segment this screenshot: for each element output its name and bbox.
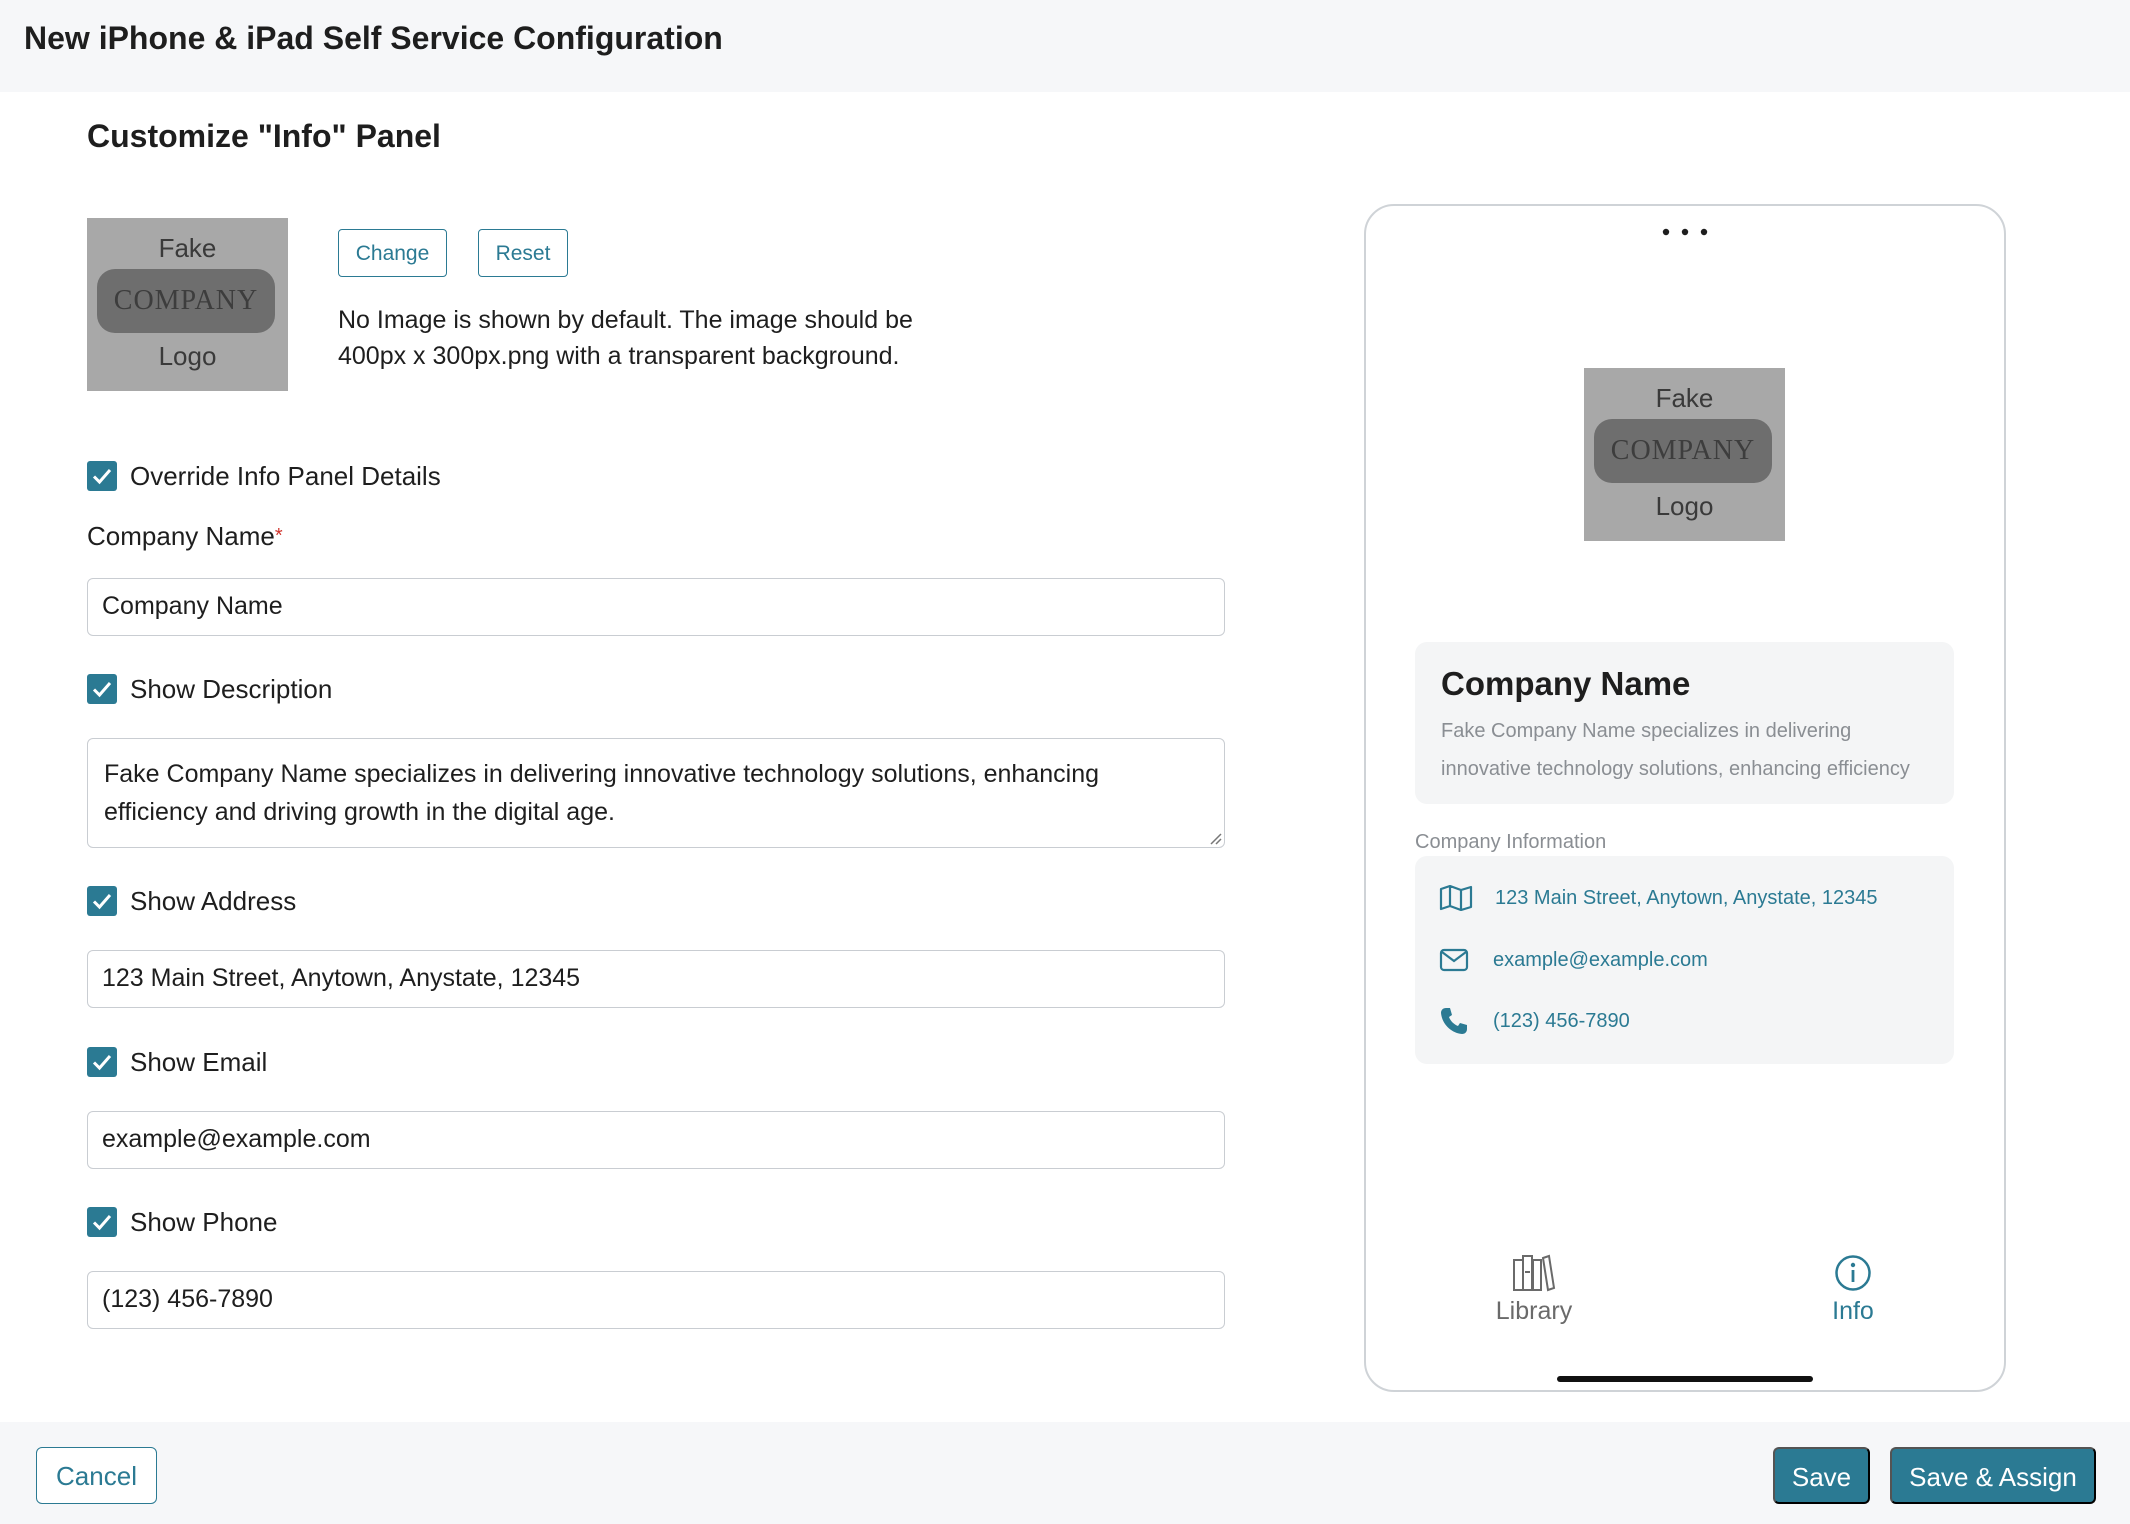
company-information-label: Company Information bbox=[1415, 831, 1607, 853]
preview-logo-line-logo: Logo bbox=[1655, 491, 1714, 521]
preview-logo-line-company: COMPANY bbox=[1594, 419, 1772, 483]
checkmark-icon bbox=[92, 1055, 112, 1071]
ellipsis-icon bbox=[1662, 228, 1708, 236]
top-bar: New iPhone & iPad Self Service Configura… bbox=[0, 0, 2130, 92]
resize-handle-icon[interactable] bbox=[1208, 831, 1222, 845]
change-image-button[interactable]: Change bbox=[338, 229, 447, 277]
show-description-checkbox[interactable] bbox=[87, 674, 117, 704]
section-title: Customize "Info" Panel bbox=[87, 118, 441, 154]
show-address-label: Show Address bbox=[130, 886, 297, 916]
company-name-label: Company Name* bbox=[87, 521, 283, 551]
show-address-row[interactable]: Show Address bbox=[87, 885, 296, 917]
logo-thumbnail: Fake COMPANY Logo bbox=[87, 218, 288, 391]
preview-logo: Fake COMPANY Logo bbox=[1584, 368, 1785, 541]
checkmark-icon bbox=[92, 1215, 112, 1231]
preview-email-row[interactable]: example@example.com bbox=[1439, 946, 1708, 974]
show-email-label: Show Email bbox=[130, 1047, 268, 1077]
company-name-input[interactable]: Company Name bbox=[87, 578, 1225, 636]
company-information-card: 123 Main Street, Anytown, Anystate, 1234… bbox=[1415, 856, 1954, 1064]
tab-library[interactable]: Library bbox=[1484, 1252, 1584, 1326]
phone-icon bbox=[1441, 1008, 1467, 1034]
tab-info[interactable]: Info bbox=[1803, 1254, 1903, 1326]
override-row[interactable]: Override Info Panel Details bbox=[87, 460, 441, 492]
save-and-assign-button[interactable]: Save & Assign bbox=[1890, 1447, 2096, 1504]
email-input[interactable]: example@example.com bbox=[87, 1111, 1225, 1169]
checkmark-icon bbox=[92, 469, 112, 485]
map-icon bbox=[1439, 885, 1473, 911]
preview-address: 123 Main Street, Anytown, Anystate, 1234… bbox=[1495, 887, 1878, 909]
save-button[interactable]: Save bbox=[1773, 1447, 1870, 1504]
page-title: New iPhone & iPad Self Service Configura… bbox=[24, 20, 723, 56]
tab-library-label: Library bbox=[1495, 1297, 1573, 1325]
show-email-checkbox[interactable] bbox=[87, 1047, 117, 1077]
show-phone-checkbox[interactable] bbox=[87, 1207, 117, 1237]
address-input[interactable]: 123 Main Street, Anytown, Anystate, 1234… bbox=[87, 950, 1225, 1008]
logo-line-company: COMPANY bbox=[97, 269, 275, 333]
checkmark-icon bbox=[92, 894, 112, 910]
show-description-label: Show Description bbox=[130, 674, 333, 704]
info-icon bbox=[1835, 1255, 1871, 1291]
logo-line-logo: Logo bbox=[158, 341, 217, 371]
preview-email: example@example.com bbox=[1493, 949, 1708, 971]
show-phone-label: Show Phone bbox=[130, 1207, 278, 1237]
home-indicator bbox=[1557, 1376, 1813, 1382]
override-label: Override Info Panel Details bbox=[130, 461, 441, 491]
description-textarea[interactable]: Fake Company Name specializes in deliver… bbox=[87, 738, 1225, 848]
preview-phone: (123) 456-7890 bbox=[1493, 1010, 1630, 1032]
override-checkbox[interactable] bbox=[87, 461, 117, 491]
show-address-checkbox[interactable] bbox=[87, 886, 117, 916]
preview-company-card: Company Name Fake Company Name specializ… bbox=[1415, 642, 1954, 804]
preview-company-name: Company Name bbox=[1441, 665, 1691, 702]
reset-image-button[interactable]: Reset bbox=[478, 229, 568, 277]
logo-line-fake: Fake bbox=[158, 233, 217, 263]
checkmark-icon bbox=[92, 682, 112, 698]
show-email-row[interactable]: Show Email bbox=[87, 1046, 267, 1078]
show-description-row[interactable]: Show Description bbox=[87, 673, 332, 705]
preview-phone-row[interactable]: (123) 456-7890 bbox=[1439, 1006, 1630, 1036]
image-hint: No Image is shown by default. The image … bbox=[338, 306, 913, 370]
preview-description: Fake Company Name specializes in deliver… bbox=[1441, 720, 1910, 780]
tab-info-label: Info bbox=[1832, 1297, 1874, 1325]
description-text: Fake Company Name specializes in deliver… bbox=[104, 760, 1100, 826]
phone-input[interactable]: (123) 456-7890 bbox=[87, 1271, 1225, 1329]
show-phone-row[interactable]: Show Phone bbox=[87, 1206, 277, 1238]
preview-logo-line-fake: Fake bbox=[1655, 383, 1714, 413]
required-mark: * bbox=[274, 525, 283, 547]
preview-address-row[interactable]: 123 Main Street, Anytown, Anystate, 1234… bbox=[1439, 884, 1877, 912]
cancel-button[interactable]: Cancel bbox=[36, 1447, 157, 1504]
envelope-icon bbox=[1439, 948, 1469, 972]
library-icon bbox=[1513, 1254, 1556, 1292]
